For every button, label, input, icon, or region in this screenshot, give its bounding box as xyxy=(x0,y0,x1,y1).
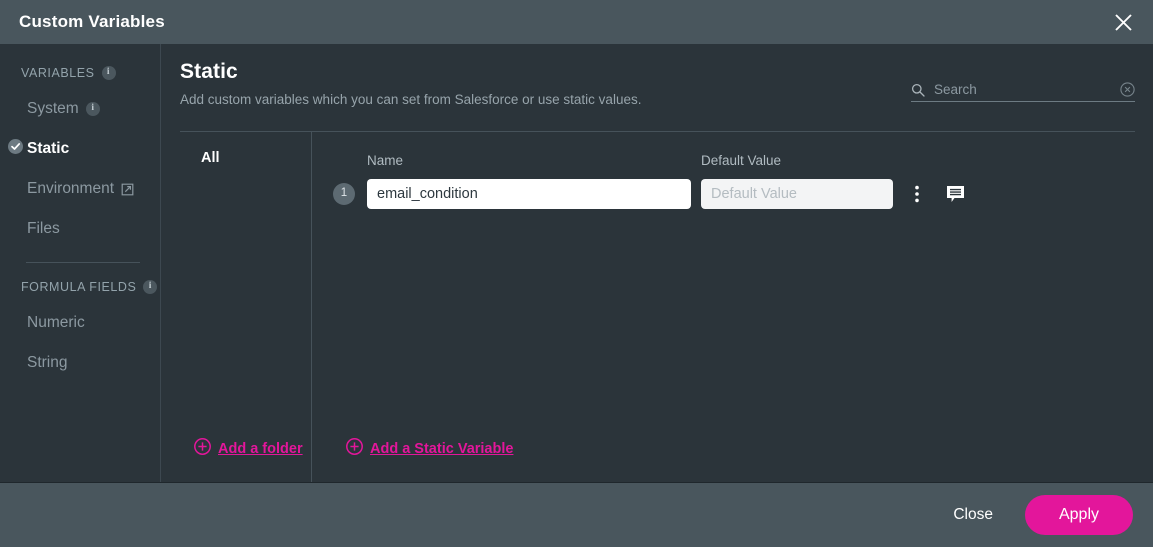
check-circle-icon xyxy=(8,139,23,159)
sidebar-group-formula-fields: FORMULA FIELDS i xyxy=(0,276,160,298)
plus-circle-icon xyxy=(346,438,363,459)
column-header-default-value: Default Value xyxy=(701,153,782,168)
add-folder-button[interactable]: Add a folder xyxy=(194,438,303,459)
table-row: 1 xyxy=(333,179,1135,209)
table-column-headers: Name Default Value xyxy=(333,150,1135,168)
close-icon[interactable] xyxy=(1107,6,1139,38)
info-icon[interactable]: i xyxy=(143,280,158,294)
main-header: Static Add custom variables which you ca… xyxy=(180,60,1135,107)
variables-table: All Add a folder Name Default Value 1 em… xyxy=(180,131,1135,482)
external-link-icon xyxy=(121,183,134,196)
sidebar-group-variables: VARIABLES i xyxy=(0,62,160,84)
sidebar: VARIABLES i System i Static Environment xyxy=(0,44,161,482)
rows-column: Name Default Value 1 email_condition Def… xyxy=(312,132,1135,482)
clear-icon[interactable] xyxy=(1120,82,1135,97)
sidebar-item-label: Files xyxy=(27,220,60,237)
add-folder-row: Add a folder xyxy=(180,438,311,482)
add-variable-row: Add a Static Variable xyxy=(333,438,1135,482)
dialog-footer: Close Apply xyxy=(0,483,1153,547)
variable-name-input[interactable] xyxy=(367,179,691,209)
row-number-badge: 1 xyxy=(333,183,367,205)
kebab-menu-icon[interactable] xyxy=(907,183,927,205)
sidebar-item-static[interactable]: Static xyxy=(0,129,160,169)
sidebar-item-label: Static xyxy=(27,140,70,157)
sidebar-item-label: Numeric xyxy=(27,314,85,331)
sidebar-divider xyxy=(26,262,140,263)
row-actions xyxy=(903,183,966,205)
page-title: Static xyxy=(180,60,238,83)
dialog-body: VARIABLES i System i Static Environment xyxy=(0,44,1153,483)
folder-item-all[interactable]: All xyxy=(180,150,311,166)
add-static-variable-label: Add a Static Variable xyxy=(370,440,514,457)
info-icon[interactable]: i xyxy=(85,102,100,116)
variable-name-cell xyxy=(367,179,701,209)
dialog-titlebar: Custom Variables xyxy=(0,0,1153,44)
folders-column: All Add a folder xyxy=(180,132,312,482)
comment-icon[interactable] xyxy=(946,183,966,205)
sidebar-item-label: System xyxy=(27,100,79,117)
close-button[interactable]: Close xyxy=(931,496,1015,534)
variable-default-value-input[interactable] xyxy=(701,179,893,209)
search-icon xyxy=(911,83,925,97)
sidebar-item-label: Environment xyxy=(27,180,115,197)
search-input[interactable] xyxy=(934,82,1114,97)
search-box[interactable] xyxy=(911,82,1135,102)
info-icon[interactable]: i xyxy=(101,66,116,80)
apply-button[interactable]: Apply xyxy=(1024,495,1133,535)
sidebar-item-label: String xyxy=(27,354,68,371)
main-panel: Static Add custom variables which you ca… xyxy=(161,44,1153,482)
sidebar-item-numeric[interactable]: Numeric xyxy=(0,303,160,343)
sidebar-item-system[interactable]: System i xyxy=(0,89,160,129)
add-folder-label: Add a folder xyxy=(218,440,303,457)
sidebar-item-string[interactable]: String xyxy=(0,343,160,383)
plus-circle-icon xyxy=(194,438,211,459)
row-number: 1 xyxy=(333,183,355,205)
sidebar-item-environment[interactable]: Environment xyxy=(0,169,160,209)
sidebar-group-label: VARIABLES xyxy=(21,66,95,80)
custom-variables-dialog: Custom Variables VARIABLES i System i St… xyxy=(0,0,1153,547)
sidebar-item-files[interactable]: Files xyxy=(0,209,160,249)
sidebar-group-label: FORMULA FIELDS xyxy=(21,280,137,294)
variable-default-value-cell xyxy=(701,179,903,209)
dialog-title: Custom Variables xyxy=(19,12,165,31)
column-header-name: Name xyxy=(367,153,404,168)
add-static-variable-button[interactable]: Add a Static Variable xyxy=(346,438,513,459)
